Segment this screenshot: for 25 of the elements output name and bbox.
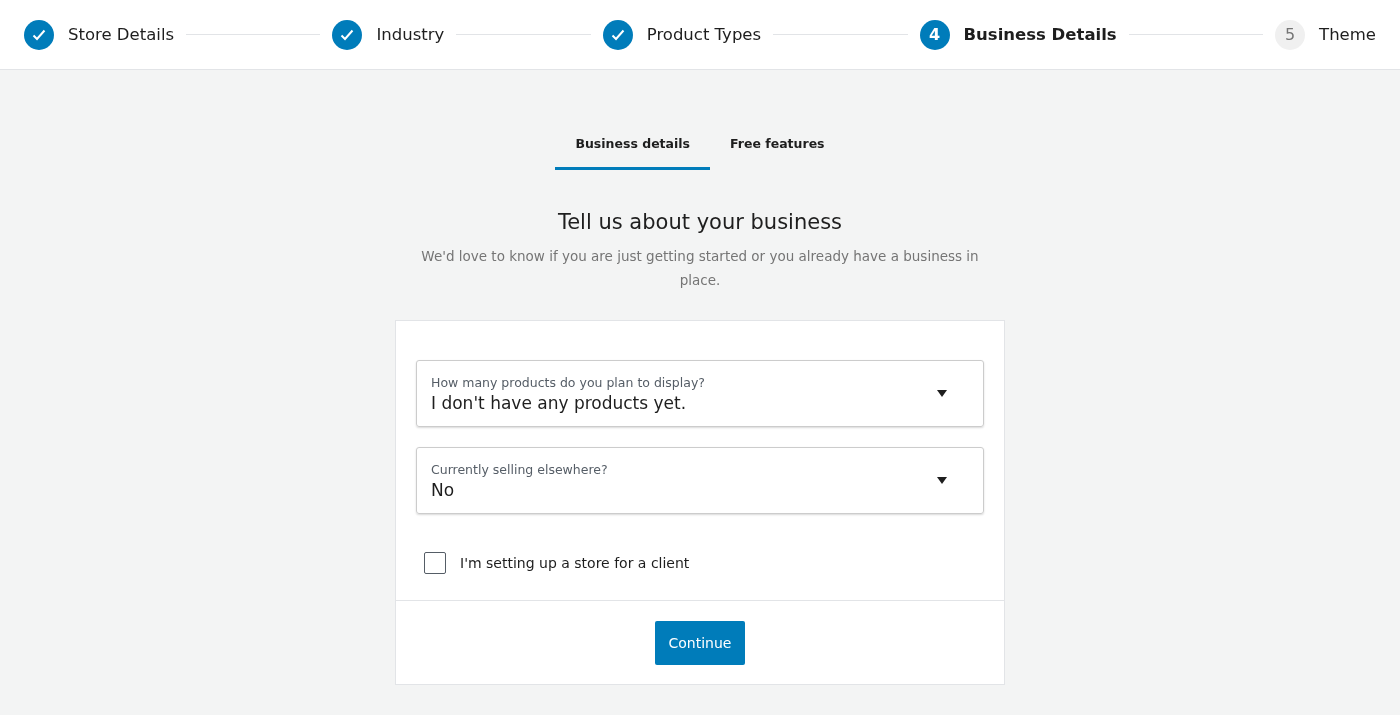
checkbox-label: I'm setting up a store for a client <box>460 555 690 571</box>
checkmark-icon <box>610 28 625 41</box>
tab[interactable]: Free features <box>710 126 845 170</box>
field-value: I don't have any products yet. <box>431 392 688 413</box>
continue-button[interactable]: Continue <box>654 621 746 665</box>
checkmark-icon <box>32 28 46 41</box>
select-field[interactable]: Currently selling elsewhere? No <box>416 447 984 514</box>
tab[interactable]: Business details <box>555 126 711 170</box>
checkmark-icon <box>340 28 355 41</box>
field-label: Currently selling elsewhere? <box>431 461 609 477</box>
field-value: No <box>431 479 456 500</box>
page-heading: Tell us about your business <box>557 210 843 234</box>
page-subtitle: We'd love to know if you are just getting started or you already have a business in place. <box>420 247 980 290</box>
step-label: Business Details <box>963 25 1117 44</box>
field-label: How many products do you plan to display? <box>431 374 706 390</box>
dropdown-caret-icon <box>937 390 947 397</box>
select-field[interactable]: How many products do you plan to display? I don't have any products yet. <box>416 360 984 427</box>
step-indicator: 5 <box>1275 19 1306 50</box>
step-label: Product Types <box>646 25 762 44</box>
step-indicator: 4 <box>919 19 950 50</box>
step-label: Theme <box>1319 25 1376 44</box>
checkbox[interactable] <box>424 552 446 574</box>
step-label: Industry <box>376 25 445 44</box>
step-label: Store Details <box>68 25 175 44</box>
dropdown-caret-icon <box>937 477 947 484</box>
